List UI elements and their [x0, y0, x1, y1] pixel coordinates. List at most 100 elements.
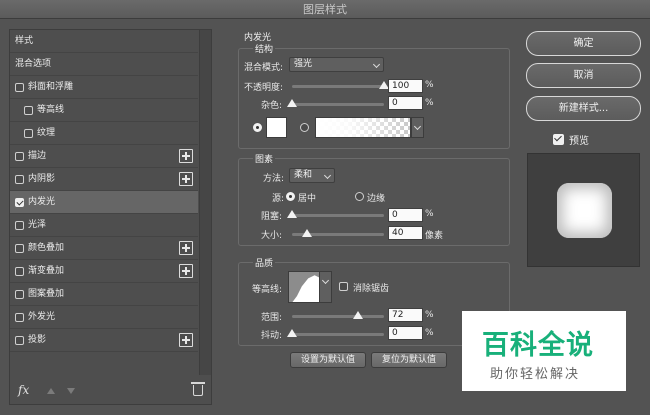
trash-icon[interactable] — [191, 382, 205, 396]
anti-alias-checkbox[interactable] — [339, 282, 348, 291]
dialog-title-bar: 图层样式 — [0, 0, 650, 19]
range-slider[interactable] — [292, 311, 384, 319]
sidebar-item-label: 光泽 — [28, 220, 47, 230]
sidebar-item-10[interactable]: 渐变叠加 — [10, 260, 198, 283]
technique-value: 柔和 — [294, 170, 313, 180]
source-edge-radio[interactable] — [355, 192, 364, 201]
size-label: 大小: — [261, 231, 283, 241]
noise-input[interactable]: 0 — [388, 96, 423, 110]
size-slider-thumb[interactable] — [301, 229, 312, 237]
jitter-input[interactable]: 0 — [388, 326, 423, 340]
contour-dropdown-button[interactable] — [319, 271, 332, 303]
size-unit: 像素 — [425, 231, 444, 241]
new-style-button[interactable]: 新建样式... — [526, 96, 641, 121]
watermark-logo: 百科全说 助你轻松解决 — [462, 311, 626, 391]
sidebar-item-6[interactable]: 内阴影 — [10, 168, 198, 191]
contour-thumbnail[interactable] — [288, 271, 320, 303]
style-list-footer: fx — [10, 375, 211, 405]
sidebar-item-label: 混合选项 — [15, 59, 52, 69]
add-effect-icon[interactable] — [179, 241, 193, 255]
color-mode-radio[interactable] — [253, 123, 262, 132]
sidebar-item-checkbox[interactable] — [24, 129, 33, 138]
sidebar-item-5[interactable]: 描边 — [10, 145, 198, 168]
add-effect-icon[interactable] — [179, 149, 193, 163]
sidebar-item-checkbox[interactable] — [15, 198, 24, 207]
size-input[interactable]: 40 — [388, 226, 423, 240]
sidebar-item-label: 内阴影 — [28, 174, 56, 184]
blend-mode-dropdown[interactable]: 强光 — [289, 57, 384, 72]
range-unit: % — [425, 310, 434, 320]
jitter-slider[interactable] — [287, 329, 384, 337]
sidebar-item-checkbox[interactable] — [15, 313, 24, 322]
choke-slider[interactable] — [287, 210, 384, 218]
sidebar-item-checkbox[interactable] — [15, 244, 24, 253]
choke-slider-thumb[interactable] — [287, 210, 297, 218]
dialog-title: 图层样式 — [303, 3, 347, 16]
opacity-slider[interactable] — [292, 81, 389, 89]
sidebar-item-3[interactable]: 等高线 — [10, 99, 198, 122]
technique-dropdown[interactable]: 柔和 — [289, 168, 335, 183]
noise-slider[interactable] — [287, 99, 384, 107]
opacity-label: 不透明度: — [244, 83, 284, 93]
jitter-label: 抖动: — [261, 331, 283, 341]
cancel-button[interactable]: 取消 — [526, 63, 641, 88]
source-center-radio[interactable] — [286, 192, 295, 201]
size-slider[interactable] — [292, 229, 384, 237]
jitter-unit: % — [425, 328, 434, 338]
range-input[interactable]: 72 — [388, 308, 423, 322]
jitter-slider-thumb[interactable] — [287, 329, 297, 337]
sidebar-item-checkbox[interactable] — [15, 83, 24, 92]
range-label: 范围: — [261, 313, 283, 323]
add-effect-icon[interactable] — [179, 333, 193, 347]
choke-unit: % — [425, 209, 434, 219]
add-effect-icon[interactable] — [179, 264, 193, 278]
sidebar-item-9[interactable]: 颜色叠加 — [10, 237, 198, 260]
sidebar-item-checkbox[interactable] — [15, 290, 24, 299]
style-list-scrollbar[interactable] — [199, 30, 211, 375]
blend-mode-label: 混合模式: — [244, 63, 284, 73]
opacity-input[interactable]: 100 — [388, 79, 423, 93]
move-down-icon[interactable] — [67, 388, 75, 394]
sidebar-item-2[interactable]: 斜面和浮雕 — [10, 76, 198, 99]
glow-gradient-picker[interactable] — [315, 117, 411, 138]
move-up-icon[interactable] — [47, 388, 55, 394]
sidebar-item-label: 渐变叠加 — [28, 266, 65, 276]
sidebar-item-12[interactable]: 外发光 — [10, 306, 198, 329]
fx-menu-button[interactable]: fx — [18, 383, 29, 397]
preview-checkbox[interactable] — [553, 134, 564, 145]
watermark-title: 百科全说 — [482, 330, 594, 361]
structure-title: 结构 — [253, 42, 276, 55]
choke-input[interactable]: 0 — [388, 208, 423, 222]
sidebar-item-label: 投影 — [28, 335, 47, 345]
choke-label: 阻塞: — [261, 212, 283, 222]
sidebar-item-7[interactable]: 内发光 — [10, 191, 198, 214]
quality-title: 品质 — [253, 256, 276, 269]
sidebar-item-label: 颜色叠加 — [28, 243, 65, 253]
sidebar-item-0[interactable]: 样式 — [10, 30, 198, 53]
sidebar-item-checkbox[interactable] — [15, 336, 24, 345]
glow-color-swatch[interactable] — [266, 117, 287, 138]
sidebar-item-label: 内发光 — [28, 197, 56, 207]
sidebar-item-8[interactable]: 光泽 — [10, 214, 198, 237]
noise-slider-thumb[interactable] — [287, 99, 297, 107]
sidebar-item-1[interactable]: 混合选项 — [10, 53, 198, 76]
sidebar-item-checkbox[interactable] — [15, 152, 24, 161]
chevron-down-icon — [323, 171, 332, 180]
gradient-dropdown-button[interactable] — [411, 117, 424, 138]
source-edge-label: 边缘 — [367, 194, 386, 204]
sidebar-item-11[interactable]: 图案叠加 — [10, 283, 198, 306]
sidebar-item-13[interactable]: 投影 — [10, 329, 198, 352]
sidebar-item-4[interactable]: 纹理 — [10, 122, 198, 145]
range-slider-thumb[interactable] — [353, 311, 364, 319]
ok-button[interactable]: 确定 — [526, 31, 641, 56]
noise-label: 杂色: — [261, 101, 283, 111]
add-effect-icon[interactable] — [179, 172, 193, 186]
sidebar-item-checkbox[interactable] — [15, 267, 24, 276]
make-default-button[interactable]: 设置为默认值 — [290, 352, 366, 368]
gradient-mode-radio[interactable] — [300, 123, 309, 132]
sidebar-item-checkbox[interactable] — [15, 175, 24, 184]
sidebar-item-label: 纹理 — [37, 128, 56, 138]
sidebar-item-checkbox[interactable] — [15, 221, 24, 230]
sidebar-item-checkbox[interactable] — [24, 106, 33, 115]
reset-default-button[interactable]: 复位为默认值 — [371, 352, 447, 368]
